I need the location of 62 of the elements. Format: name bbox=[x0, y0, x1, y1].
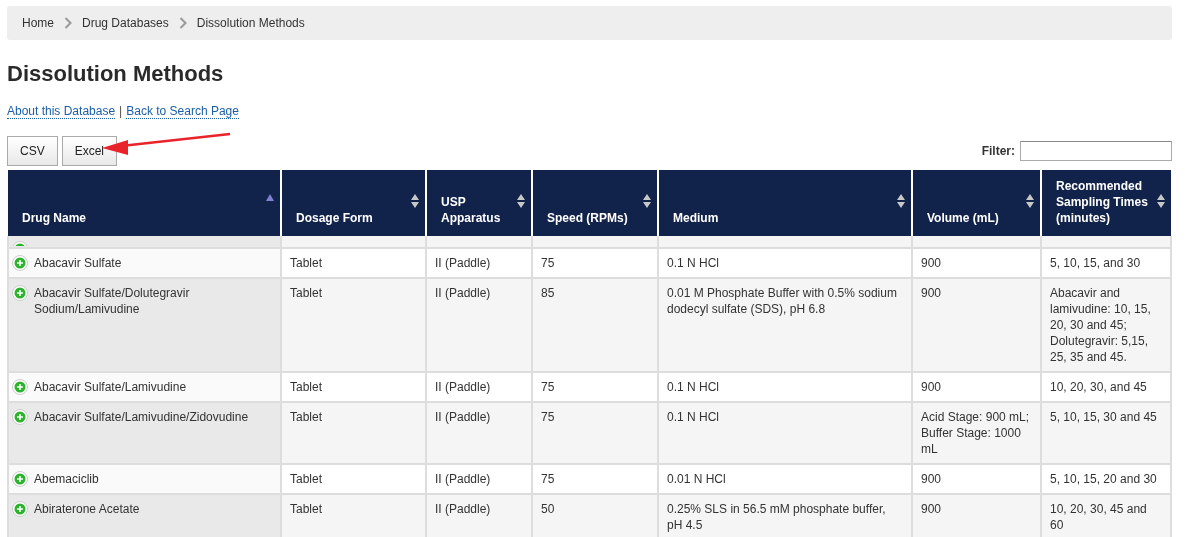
column-header[interactable]: Dosage Form bbox=[281, 170, 426, 236]
chevron-icon bbox=[64, 17, 72, 29]
table-cell: Tablet bbox=[290, 410, 323, 424]
export-button[interactable]: Excel bbox=[61, 136, 118, 166]
page-title: Dissolution Methods bbox=[7, 61, 225, 87]
table-cell: 10, 20, 30, and 45 bbox=[1050, 380, 1147, 394]
table-cell: 900 bbox=[921, 380, 942, 394]
table-cell: Abacavir and lamivudine: 10, 15, 20, 30 and 45; Dolutegravir: 5,15, 25, 35 and 45. bbox=[1050, 286, 1151, 364]
table-cell: 0.25% SLS in 56.5 mM phosphate buffer, pH 4.5 bbox=[667, 502, 886, 532]
table-cell: Abacavir Sulfate bbox=[34, 255, 122, 271]
table-cell: Abacavir Sulfate/Lamivudine/Zidovudine bbox=[34, 409, 249, 425]
table-cell: II (Paddle) bbox=[435, 502, 491, 516]
table-cell: Tablet bbox=[290, 380, 323, 394]
table-cell: 75 bbox=[541, 410, 555, 424]
table-cell: Abacavir Sulfate/Lamivudine bbox=[34, 379, 187, 395]
breadcrumb-link[interactable]: Drug Databases bbox=[82, 16, 169, 30]
text-link[interactable]: Back to Search Page bbox=[126, 104, 239, 119]
table-cell: 900 bbox=[921, 286, 942, 300]
table-cell: II (Paddle) bbox=[435, 472, 491, 486]
table-cell: 900 bbox=[921, 256, 942, 270]
filter-label: Filter: bbox=[981, 144, 1015, 158]
table-cell: Tablet bbox=[290, 286, 323, 300]
table-cell: Acid Stage: 900 mL; Buffer Stage: 1000 mL bbox=[921, 410, 1030, 456]
breadcrumb-link[interactable]: Dissolution Methods bbox=[196, 16, 305, 30]
table-cell: Abemaciclib bbox=[34, 471, 99, 487]
table-cell: 50 bbox=[541, 502, 555, 516]
table-cell: II (Paddle) bbox=[435, 410, 491, 424]
table-cell: 75 bbox=[541, 472, 555, 486]
table-cell: Tablet bbox=[290, 256, 323, 270]
table-cell: 900 bbox=[921, 502, 942, 516]
table-cell: II (Paddle) bbox=[435, 256, 491, 270]
table-cell: Tablet bbox=[290, 472, 323, 486]
table-cell: 5, 10, 15, 30 and 45 bbox=[1050, 410, 1157, 424]
table-cell: 0.01 M Phosphate Buffer with 0.5% sodium dodecyl sulfate (SDS), pH 6.8 bbox=[667, 286, 897, 316]
table-cell: II (Paddle) bbox=[435, 286, 491, 300]
table-cell: 0.1 N HCl bbox=[667, 410, 719, 424]
column-header[interactable]: Medium bbox=[658, 170, 912, 236]
table-cell: II (Paddle) bbox=[435, 380, 491, 394]
table-cell: 10, 20, 30, 45 and 60 bbox=[1050, 502, 1147, 532]
table-cell: 5, 10, 15, 20 and 30 bbox=[1050, 472, 1157, 486]
table-cell: Tablet bbox=[290, 502, 323, 516]
table-cell-text: Abacavir Sulfate/Dolutegravir Sodium/Lamivudine bbox=[34, 285, 191, 317]
breadcrumb-link[interactable]: Home bbox=[22, 16, 54, 30]
table-cell: 0.1 N HCl bbox=[667, 256, 719, 270]
column-header[interactable]: Volume (mL) bbox=[912, 170, 1041, 236]
chevron-icon bbox=[178, 17, 187, 29]
table-cell: 85 bbox=[541, 286, 555, 300]
table-cell: 5, 10, 15, and 30 bbox=[1050, 256, 1141, 270]
table-cell: Abiraterone Acetate bbox=[34, 501, 140, 517]
column-header[interactable]: USP Apparatus bbox=[426, 170, 532, 236]
column-header[interactable]: Recommended Sampling Times (minutes) bbox=[1041, 170, 1171, 236]
table-cell: 0.01 N HCl bbox=[667, 472, 726, 486]
table-cell: 0.1 N HCl bbox=[667, 380, 719, 394]
export-button[interactable]: CSV bbox=[7, 136, 58, 166]
column-header[interactable]: Speed (RPMs) bbox=[532, 170, 658, 236]
link-separator: | bbox=[119, 104, 123, 119]
table-cell: 75 bbox=[541, 380, 555, 394]
table-cell: 75 bbox=[541, 256, 555, 270]
filter-field[interactable] bbox=[1020, 141, 1172, 161]
column-header[interactable]: Drug Name bbox=[8, 170, 281, 236]
table-cell: 900 bbox=[921, 472, 942, 486]
text-link[interactable]: About this Database bbox=[7, 104, 116, 119]
